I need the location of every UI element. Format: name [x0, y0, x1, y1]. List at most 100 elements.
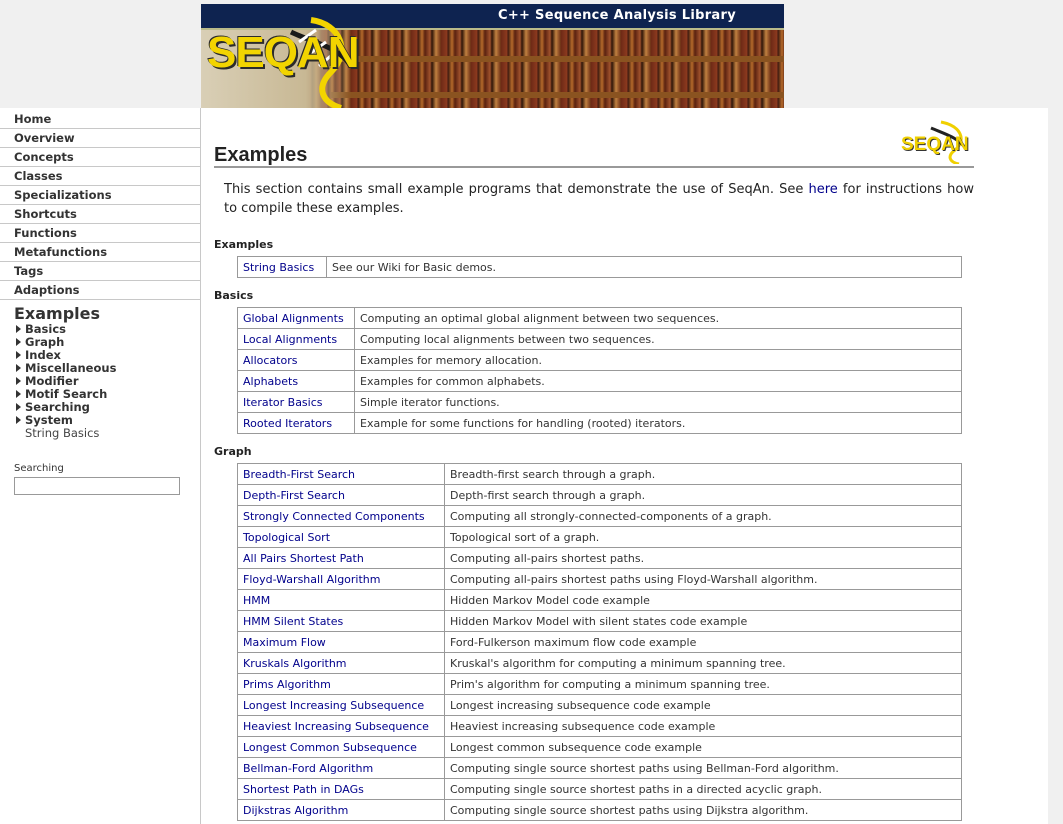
table-row: Kruskals Algorithm Kruskal's algorithm fo…: [237, 652, 962, 674]
example-link[interactable]: Heaviest Increasing Subsequence: [237, 715, 445, 737]
sidebar: Home Overview Concepts Classes Specializatio…: [0, 108, 201, 824]
example-link[interactable]: Local Alignments: [237, 328, 355, 350]
page-title: Examples: [214, 144, 308, 166]
sidebar-item-string-basics[interactable]: String Basics: [0, 427, 200, 440]
title-divider: [214, 166, 974, 168]
sidebar-current-section[interactable]: Examples: [0, 304, 200, 323]
example-link[interactable]: Iterator Basics: [237, 391, 355, 413]
example-description: Hidden Markov Model code example: [444, 589, 962, 611]
seqan-logo-text: SEQAN: [901, 134, 969, 155]
table-row: Iterator Basics Simple iterator functions…: [237, 391, 962, 413]
example-link[interactable]: Alphabets: [237, 370, 355, 392]
example-description: Topological sort of a graph.: [444, 526, 962, 548]
table-row: Global Alignments Computing an optimal gl…: [237, 307, 962, 329]
table-row: All Pairs Shortest Path Computing all-pai…: [237, 547, 962, 569]
example-link[interactable]: Kruskals Algorithm: [237, 652, 445, 674]
example-description: Kruskal's algorithm for computing a mini…: [444, 652, 962, 674]
example-description: Computing single source shortest paths u…: [444, 799, 962, 821]
sidebar-item-metafunctions[interactable]: Metafunctions: [0, 243, 200, 262]
example-description: Examples for common alphabets.: [354, 370, 962, 392]
example-link[interactable]: Topological Sort: [237, 526, 445, 548]
header-banner: C++ Sequence Analysis Library SEQAN: [201, 4, 784, 108]
example-link[interactable]: HMM Silent States: [237, 610, 445, 632]
example-link[interactable]: Allocators: [237, 349, 355, 371]
table-row: Depth-First Search Depth-first search thr…: [237, 484, 962, 506]
section-heading-graph: Graph: [214, 445, 252, 458]
example-link[interactable]: All Pairs Shortest Path: [237, 547, 445, 569]
seqan-logo[interactable]: SEQAN: [207, 28, 359, 78]
sidebar-subnav: Basics Graph Index Miscellaneous Modifier Mot…: [0, 323, 200, 427]
sidebar-item-adaptions[interactable]: Adaptions: [0, 281, 200, 300]
sidebar-item-functions[interactable]: Functions: [0, 224, 200, 243]
example-link[interactable]: HMM: [237, 589, 445, 611]
compile-instructions-link[interactable]: here: [809, 182, 838, 197]
table-row: Alphabets Examples for common alphabets.: [237, 370, 962, 392]
table-row: Longest Common Subsequence Longest common…: [237, 736, 962, 758]
example-link[interactable]: Bellman-Ford Algorithm: [237, 757, 445, 779]
example-link[interactable]: Shortest Path in DAGs: [237, 778, 445, 800]
example-link[interactable]: Longest Increasing Subsequence: [237, 694, 445, 716]
sidebar-nav: Home Overview Concepts Classes Specializatio…: [0, 110, 200, 300]
sidebar-item-overview[interactable]: Overview: [0, 129, 200, 148]
intro-text: This section contains small example prog…: [224, 182, 809, 197]
example-link[interactable]: Rooted Iterators: [237, 412, 355, 434]
example-link[interactable]: Strongly Connected Components: [237, 505, 445, 527]
example-link[interactable]: Longest Common Subsequence: [237, 736, 445, 758]
example-description: Computing local alignments between two s…: [354, 328, 962, 350]
sidebar-subitem-label: Motif Search: [25, 387, 108, 401]
expand-triangle-icon[interactable]: [16, 338, 21, 346]
example-description: Ford-Fulkerson maximum flow code example: [444, 631, 962, 653]
example-description: Breadth-first search through a graph.: [444, 463, 962, 485]
sidebar-subitem-label: Miscellaneous: [25, 361, 117, 375]
sidebar-item-classes[interactable]: Classes: [0, 167, 200, 186]
example-description: Longest increasing subsequence code exam…: [444, 694, 962, 716]
table-row: Strongly Connected Components Computing a…: [237, 505, 962, 527]
table-row: Rooted Iterators Example for some functio…: [237, 412, 962, 434]
main-content: SEQAN Examples This section contains sma…: [201, 108, 1048, 824]
table-row: Local Alignments Computing local alignmen…: [237, 328, 962, 350]
example-description: Computing all-pairs shortest paths using…: [444, 568, 962, 590]
table-row: HMM Silent States Hidden Markov Model wit…: [237, 610, 962, 632]
site-tagline: C++ Sequence Analysis Library: [497, 8, 736, 23]
expand-triangle-icon[interactable]: [16, 377, 21, 385]
shelf: [331, 56, 784, 62]
sidebar-subitem-label: Graph: [25, 335, 65, 349]
sidebar-item-shortcuts[interactable]: Shortcuts: [0, 205, 200, 224]
example-link[interactable]: Global Alignments: [237, 307, 355, 329]
table-row: Dijkstras Algorithm Computing single sour…: [237, 799, 962, 821]
expand-triangle-icon[interactable]: [16, 416, 21, 424]
example-description: Computing all-pairs shortest paths.: [444, 547, 962, 569]
table-row: Shortest Path in DAGs Computing single so…: [237, 778, 962, 800]
example-link[interactable]: Dijkstras Algorithm: [237, 799, 445, 821]
expand-triangle-icon[interactable]: [16, 403, 21, 411]
sidebar-item-tags[interactable]: Tags: [0, 262, 200, 281]
example-description: Examples for memory allocation.: [354, 349, 962, 371]
sidebar-item-concepts[interactable]: Concepts: [0, 148, 200, 167]
example-link[interactable]: Depth-First Search: [237, 484, 445, 506]
expand-triangle-icon[interactable]: [16, 325, 21, 333]
expand-triangle-icon[interactable]: [16, 390, 21, 398]
sidebar-subitem-label: Modifier: [25, 374, 79, 388]
examples-table-graph: Breadth-First Search Breadth-first search…: [237, 463, 962, 821]
examples-table-examples: String Basics See our Wiki for Basic demo…: [237, 256, 962, 278]
shelf: [331, 92, 784, 98]
intro-paragraph: This section contains small example prog…: [224, 180, 974, 218]
table-row: Allocators Examples for memory allocation…: [237, 349, 962, 371]
example-description: Hidden Markov Model with silent states c…: [444, 610, 962, 632]
example-link[interactable]: String Basics: [237, 256, 327, 278]
expand-triangle-icon[interactable]: [16, 351, 21, 359]
sidebar-item-home[interactable]: Home: [0, 110, 200, 129]
table-row: Longest Increasing Subsequence Longest in…: [237, 694, 962, 716]
example-description: Prim's algorithm for computing a minimum…: [444, 673, 962, 695]
expand-triangle-icon[interactable]: [16, 364, 21, 372]
example-description: Computing single source shortest paths u…: [444, 757, 962, 779]
example-description: Computing all strongly-connected-compone…: [444, 505, 962, 527]
search-input[interactable]: [14, 477, 180, 495]
table-row: HMM Hidden Markov Model code example: [237, 589, 962, 611]
example-link[interactable]: Breadth-First Search: [237, 463, 445, 485]
example-link[interactable]: Floyd-Warshall Algorithm: [237, 568, 445, 590]
example-link[interactable]: Prims Algorithm: [237, 673, 445, 695]
table-row: Heaviest Increasing Subsequence Heaviest …: [237, 715, 962, 737]
sidebar-item-specializations[interactable]: Specializations: [0, 186, 200, 205]
example-link[interactable]: Maximum Flow: [237, 631, 445, 653]
